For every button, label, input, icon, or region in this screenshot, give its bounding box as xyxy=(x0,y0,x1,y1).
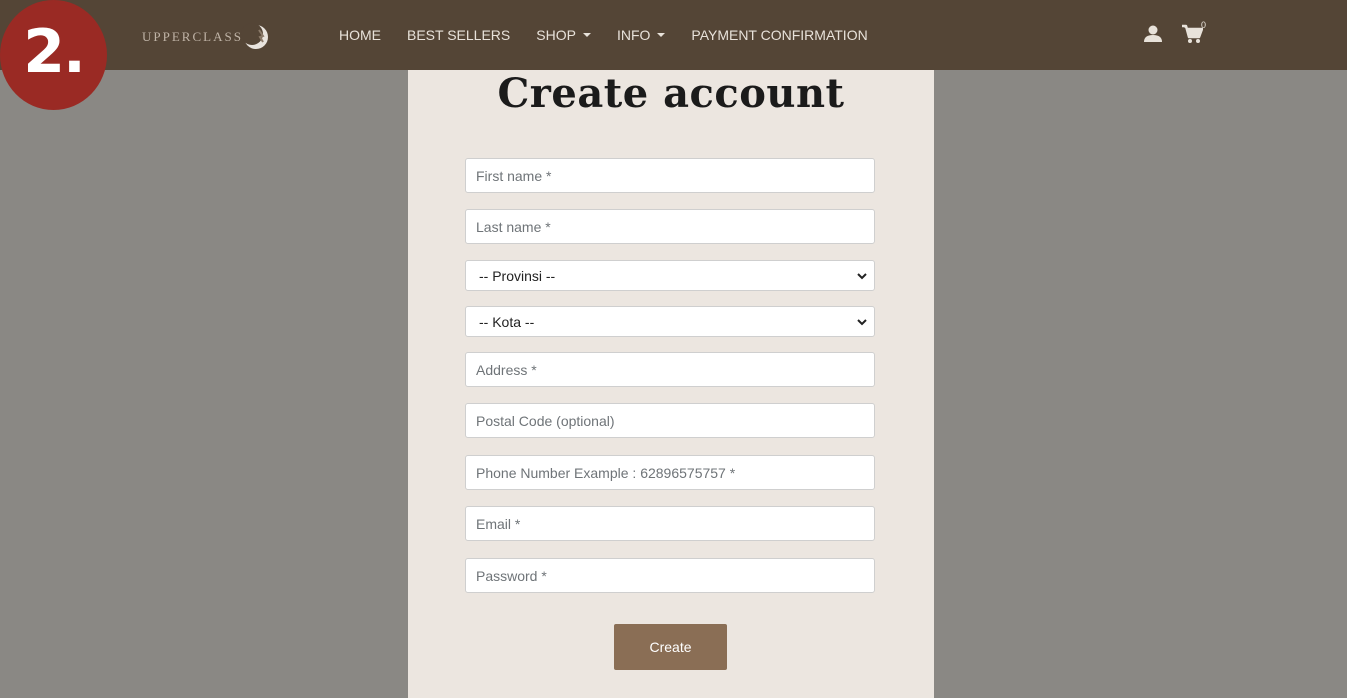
brand-logo[interactable]: UPPERCLASS xyxy=(142,22,273,52)
province-select[interactable]: -- Provinsi -- xyxy=(465,260,875,291)
nav-best-sellers[interactable]: BEST SELLERS xyxy=(407,27,510,43)
step-number-badge: 2. xyxy=(0,0,107,110)
nav-payment-confirmation[interactable]: PAYMENT CONFIRMATION xyxy=(691,27,867,43)
first-name-input[interactable] xyxy=(465,158,875,193)
postal-code-input[interactable] xyxy=(465,403,875,438)
main-nav: HOME BEST SELLERS SHOP INFO PAYMENT CONF… xyxy=(339,0,894,70)
email-input[interactable] xyxy=(465,506,875,541)
create-account-panel: Create account -- Provinsi -- -- Kota --… xyxy=(408,70,934,698)
cart-icon[interactable] xyxy=(1181,24,1203,44)
address-input[interactable] xyxy=(465,352,875,387)
create-account-button[interactable]: Create xyxy=(614,624,727,670)
last-name-input[interactable] xyxy=(465,209,875,244)
chevron-down-icon xyxy=(857,273,867,280)
password-input[interactable] xyxy=(465,558,875,593)
page-title: Create account xyxy=(497,70,845,117)
logo-text: UPPERCLASS xyxy=(142,29,243,44)
city-selected-value: -- Kota -- xyxy=(479,313,535,330)
cart-count-badge: 0 xyxy=(1201,20,1207,30)
user-icon[interactable] xyxy=(1143,25,1163,43)
header-icons xyxy=(1143,24,1203,44)
nav-home[interactable]: HOME xyxy=(339,27,381,43)
nav-info[interactable]: INFO xyxy=(617,27,666,43)
chevron-down-icon xyxy=(857,319,867,326)
top-navigation-bar: UPPERCLASS HOME BEST SELLERS SHOP INFO P… xyxy=(0,0,1347,70)
caret-down-icon xyxy=(657,33,666,37)
city-select[interactable]: -- Kota -- xyxy=(465,306,875,337)
province-selected-value: -- Provinsi -- xyxy=(479,267,556,284)
caret-down-icon xyxy=(582,33,591,37)
phone-number-input[interactable] xyxy=(465,455,875,490)
nav-shop[interactable]: SHOP xyxy=(536,27,591,43)
logo-crescent-icon xyxy=(240,23,268,49)
